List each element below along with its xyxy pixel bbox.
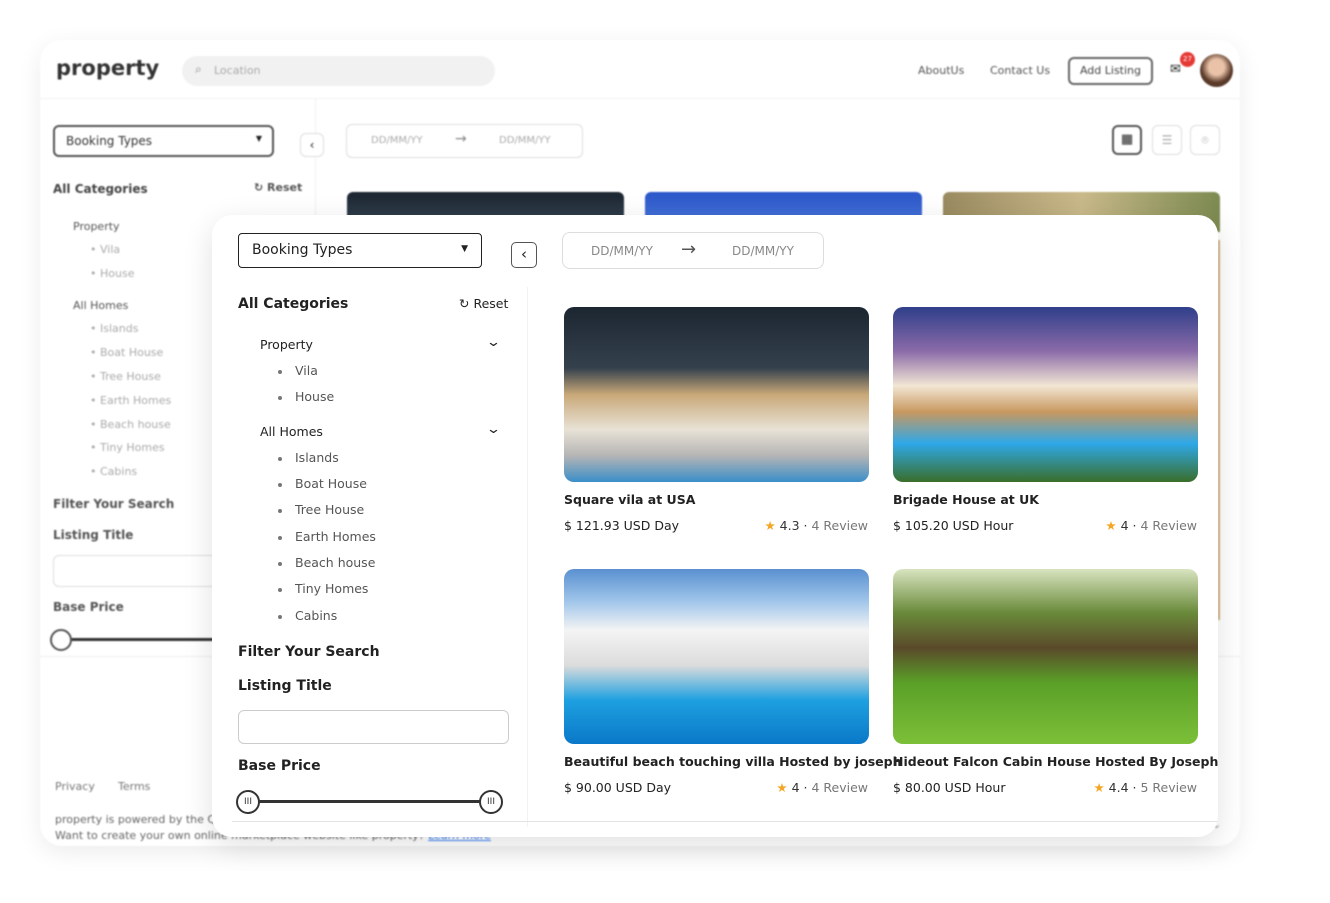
date-range-picker[interactable]: DD/MM/YY → DD/MM/YY xyxy=(562,232,824,269)
category-group-all-homes[interactable]: All Homes xyxy=(260,424,323,439)
listing-price: $ 105.20 USD Hour xyxy=(893,518,1014,533)
star-icon: ★ xyxy=(1093,780,1105,795)
search-input[interactable]: ⌕ Location xyxy=(182,56,495,86)
star-icon: ★ xyxy=(1105,518,1117,533)
category-item[interactable]: Vila xyxy=(295,363,318,378)
nav-about[interactable]: AboutUs xyxy=(918,64,964,77)
listing-price: $ 80.00 USD Hour xyxy=(893,780,1006,795)
listing-rating: ★ 4.4 · 5 Review xyxy=(1093,780,1197,795)
price-slider-track[interactable] xyxy=(248,800,492,803)
logo: property xyxy=(56,56,160,80)
arrow-right-icon: → xyxy=(681,239,697,260)
mail-icon[interactable]: ✉ xyxy=(1170,62,1181,77)
category-item[interactable]: Beach house xyxy=(295,555,375,570)
listing-image[interactable] xyxy=(893,307,1198,482)
date-from[interactable]: DD/MM/YY xyxy=(591,244,653,258)
notification-badge: 27 xyxy=(1180,52,1195,67)
listing-title: Beautiful beach touching villa Hosted by… xyxy=(564,754,902,769)
bg-booking-types[interactable]: Booking Types ▼ xyxy=(53,125,274,157)
filter-listing-panel: Booking Types ▼ ‹ DD/MM/YY → DD/MM/YY Al… xyxy=(212,215,1218,837)
map-view-button[interactable]: ⌾ xyxy=(1190,125,1220,155)
listing-rating: ★ 4 · 4 Review xyxy=(776,780,868,795)
listing-rating: ★ 4 · 4 Review xyxy=(1105,518,1197,533)
search-icon: ⌕ xyxy=(195,62,202,76)
add-listing-button[interactable]: Add Listing xyxy=(1068,57,1153,85)
avatar[interactable] xyxy=(1200,54,1233,87)
listing-image[interactable] xyxy=(893,569,1198,744)
all-categories-heading: All Categories xyxy=(238,296,349,312)
listing-rating: ★ 4.3 · 4 Review xyxy=(764,518,868,533)
listing-image[interactable] xyxy=(564,307,869,482)
listing-title: Hideout Falcon Cabin House Hosted By Jos… xyxy=(893,754,1218,769)
listing-image[interactable] xyxy=(564,569,869,744)
chevron-down-icon[interactable]: ⌄ xyxy=(486,335,501,350)
category-item[interactable]: Cabins xyxy=(295,608,337,623)
star-icon: ★ xyxy=(764,518,776,533)
category-item[interactable]: House xyxy=(295,389,334,404)
listing-price: $ 121.93 USD Day xyxy=(564,518,680,533)
category-item[interactable]: Tree House xyxy=(295,502,364,517)
collapse-sidebar-button[interactable]: ‹ xyxy=(511,242,537,268)
footer-terms[interactable]: Terms xyxy=(118,780,150,793)
listing-title: Square vila at USA xyxy=(564,492,696,507)
booking-types-select[interactable]: Booking Types ▼ xyxy=(238,233,482,268)
category-item[interactable]: Islands xyxy=(295,450,339,465)
star-icon: ★ xyxy=(776,780,788,795)
bg-collapse-button[interactable]: ‹ xyxy=(300,133,324,157)
base-price-label: Base Price xyxy=(238,758,321,774)
category-item[interactable]: Tiny Homes xyxy=(295,581,368,596)
bg-reset[interactable]: ↻ Reset xyxy=(254,181,302,194)
price-slider-min-handle[interactable]: III xyxy=(236,790,260,814)
footer-privacy[interactable]: Privacy xyxy=(55,780,95,793)
listing-title-input[interactable] xyxy=(238,710,509,744)
filter-search-heading: Filter Your Search xyxy=(238,644,380,660)
listing-price: $ 90.00 USD Day xyxy=(564,780,672,795)
listing-title-label: Listing Title xyxy=(238,678,332,694)
nav-contact[interactable]: Contact Us xyxy=(990,64,1050,77)
category-item[interactable]: Earth Homes xyxy=(295,529,376,544)
caret-down-icon: ▼ xyxy=(461,244,468,254)
search-placeholder: Location xyxy=(214,64,261,77)
bg-date-range[interactable]: DD/MM/YY → DD/MM/YY xyxy=(346,124,583,158)
category-group-property[interactable]: Property xyxy=(260,337,313,352)
list-view-button[interactable]: ☰ xyxy=(1152,125,1182,155)
chevron-down-icon[interactable]: ⌄ xyxy=(486,422,501,437)
reset-button[interactable]: ↻ Reset xyxy=(459,296,508,311)
refresh-icon: ↻ xyxy=(459,296,470,311)
category-item[interactable]: Boat House xyxy=(295,476,367,491)
listing-title: Brigade House at UK xyxy=(893,492,1039,507)
grid-view-button[interactable]: ▦ xyxy=(1112,125,1142,155)
price-slider-max-handle[interactable]: III xyxy=(479,790,503,814)
date-to[interactable]: DD/MM/YY xyxy=(732,244,794,258)
